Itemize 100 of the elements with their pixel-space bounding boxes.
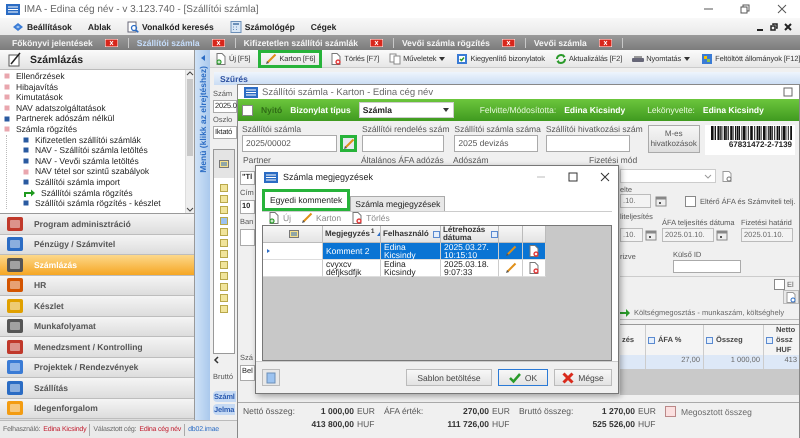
filter-icon[interactable] bbox=[766, 336, 773, 344]
restore-icon[interactable] bbox=[740, 4, 751, 14]
tree-item[interactable]: Kifizetetlen szállítói számlák bbox=[35, 134, 141, 146]
tile-icon bbox=[6, 318, 24, 334]
tree-item[interactable]: Ellenőrzések bbox=[16, 71, 65, 82]
filter-header[interactable]: Szűrés bbox=[214, 72, 800, 85]
scroll-left-icon[interactable] bbox=[213, 356, 221, 364]
table-cell: 2025.03.27. 10:15:10 bbox=[441, 243, 499, 260]
filter-icon[interactable] bbox=[706, 336, 713, 344]
references-button[interactable]: M-es hivatkozások bbox=[648, 125, 700, 153]
currency-label: HUF bbox=[638, 419, 656, 429]
module-button[interactable]: HR bbox=[0, 276, 194, 296]
close-tab-icon[interactable] bbox=[212, 38, 225, 46]
select-field[interactable]: Számla bbox=[358, 102, 454, 118]
calendar-icon bbox=[645, 229, 657, 241]
maximize-icon[interactable] bbox=[783, 87, 793, 97]
column-header[interactable]: Megjegyzés bbox=[325, 230, 370, 238]
module-button[interactable]: Idegenforgalom bbox=[0, 398, 194, 419]
field-label: Bizonylat típus bbox=[290, 105, 351, 115]
module-button[interactable]: Menedzsment / Kontrolling bbox=[0, 337, 194, 358]
tree-item[interactable]: Kimutatások bbox=[16, 92, 63, 103]
module-button[interactable]: Szállítás bbox=[0, 378, 194, 398]
menu-item[interactable]: Ablak bbox=[82, 22, 118, 32]
menu-item[interactable]: Vonalkód keresés bbox=[121, 20, 220, 32]
checkbox[interactable] bbox=[242, 104, 253, 116]
tree-item[interactable]: Szállítói számla rögzítés bbox=[41, 188, 133, 198]
text-field[interactable] bbox=[362, 135, 444, 152]
close-icon[interactable] bbox=[777, 4, 788, 14]
module-button[interactable]: Készlet bbox=[0, 296, 194, 316]
checkbox[interactable] bbox=[665, 406, 676, 417]
document-check-icon bbox=[456, 52, 468, 64]
filter-icon[interactable] bbox=[491, 230, 498, 238]
columns-icon bbox=[219, 160, 229, 168]
caret-icon bbox=[683, 54, 692, 62]
scroll-down-icon[interactable] bbox=[186, 206, 194, 213]
row-delete-button[interactable] bbox=[523, 243, 546, 260]
close-icon[interactable] bbox=[784, 22, 792, 30]
tree-item[interactable]: Szállítói számla rögzítés - készlet bbox=[35, 198, 161, 209]
text-field[interactable] bbox=[240, 229, 255, 246]
module-button[interactable]: Munkafolyamat bbox=[0, 316, 194, 337]
text-field[interactable]: 2025 devizás bbox=[454, 135, 538, 152]
template-icon-button[interactable] bbox=[262, 369, 280, 386]
total-label: Bruttó összeg: bbox=[519, 406, 574, 417]
tile-icon bbox=[6, 400, 24, 416]
text-field[interactable]: 2025/00002 bbox=[242, 135, 337, 152]
settings-button[interactable] bbox=[783, 290, 799, 304]
total-value: 1 270,00 bbox=[600, 406, 635, 417]
scrollbar[interactable] bbox=[185, 70, 194, 213]
total-value: 413 800,00 bbox=[310, 419, 354, 429]
dialog-button[interactable]: OK bbox=[498, 369, 548, 386]
menu-item[interactable]: Cégek bbox=[304, 22, 342, 32]
barcode-icon bbox=[711, 126, 792, 140]
text-field[interactable] bbox=[673, 260, 741, 273]
tab[interactable]: Egyedi kommentek bbox=[262, 189, 350, 211]
tree-item[interactable]: Partnerek adószám nélkül bbox=[16, 113, 114, 124]
module-button[interactable]: Pénzügy / Számvitel bbox=[0, 234, 194, 255]
total-value: 1 000,00 bbox=[320, 406, 354, 417]
edit-button[interactable] bbox=[340, 135, 357, 152]
close-tab-icon[interactable] bbox=[370, 38, 383, 46]
field-label: Adószám bbox=[453, 155, 488, 165]
tree-item[interactable]: Szállítói számla import bbox=[35, 176, 120, 188]
dialog-button[interactable]: Sablon betöltése bbox=[406, 369, 492, 386]
filter-icon[interactable] bbox=[648, 336, 655, 344]
tree-item[interactable]: Számla rögzítés bbox=[16, 124, 77, 135]
close-tab-icon[interactable] bbox=[104, 38, 118, 46]
checkbox[interactable] bbox=[774, 279, 785, 290]
checkbox[interactable] bbox=[685, 196, 696, 206]
tree-item[interactable]: NAV - Vevői számla letöltés bbox=[35, 156, 139, 166]
row-edit-button[interactable] bbox=[499, 260, 523, 277]
filter-icon[interactable] bbox=[433, 230, 440, 238]
row-edit-button[interactable] bbox=[499, 243, 523, 260]
document-gear-icon[interactable] bbox=[722, 170, 733, 182]
table-cell: cvyxcv défjksdfjk bbox=[323, 260, 381, 277]
collapse-arrow-icon[interactable] bbox=[200, 54, 206, 62]
tree-item[interactable]: NAV adatszolgáltatások bbox=[16, 102, 106, 114]
row-delete-button[interactable] bbox=[523, 260, 546, 277]
total-value: 111 726,00 bbox=[446, 419, 489, 429]
chevron-down-icon bbox=[704, 172, 712, 180]
calendar-icon bbox=[716, 229, 728, 241]
close-tab-icon[interactable] bbox=[598, 38, 612, 46]
select-field[interactable] bbox=[620, 169, 716, 183]
dialog-button[interactable]: Mégse bbox=[554, 369, 612, 386]
document-delete-icon bbox=[528, 262, 540, 274]
checkbox-label: Megosztott összeg bbox=[681, 406, 752, 416]
tree-item[interactable]: NAV - Szállítói számla letöltés bbox=[35, 145, 148, 156]
close-icon[interactable] bbox=[600, 172, 610, 182]
menu-item[interactable]: Számológép bbox=[224, 20, 301, 32]
text-field[interactable] bbox=[546, 135, 630, 152]
document-icon bbox=[266, 372, 276, 384]
close-tab-icon[interactable] bbox=[502, 38, 515, 46]
module-button[interactable]: Program adminisztráció bbox=[0, 214, 194, 234]
menu-item[interactable]: Beállítások bbox=[6, 20, 78, 32]
module-button[interactable]: Projektek / Rendezvények bbox=[0, 358, 194, 378]
restore-icon[interactable] bbox=[770, 22, 778, 30]
tree-item[interactable]: Hibajavítás bbox=[16, 82, 58, 92]
barcode-number: 67831472-2-7139 bbox=[728, 140, 792, 149]
scroll-up-icon[interactable] bbox=[186, 70, 194, 77]
tree-item[interactable]: NAV tétel sor szintű szabályok bbox=[35, 166, 150, 177]
maximize-icon[interactable] bbox=[568, 172, 578, 182]
tab[interactable]: Számla megjegyzések bbox=[350, 196, 446, 211]
